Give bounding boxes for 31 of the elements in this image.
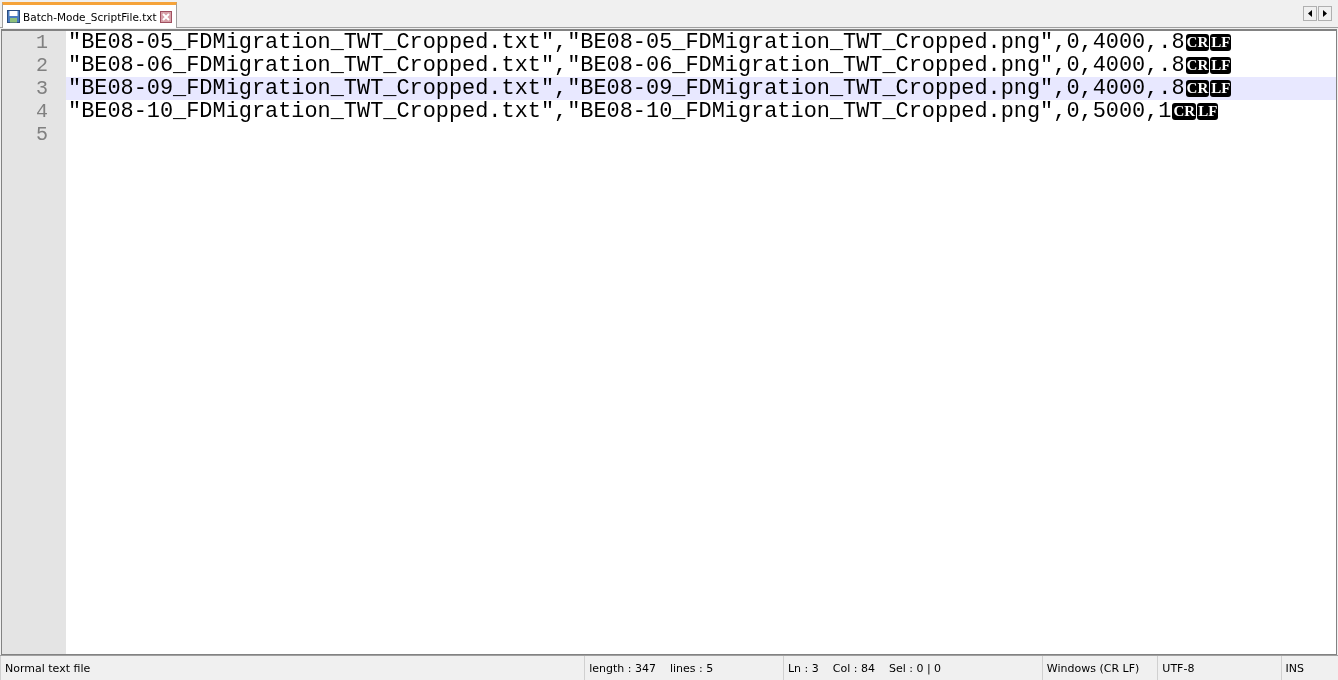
line-ending-marker: CR [1185, 57, 1210, 74]
code-line: "BE08-05_FDMigration_TWT_Cropped.txt","BE08-05_FDMigration_TWT_Cropped.png",0,4000,.8 [67, 30, 1185, 55]
scroll-right-button[interactable] [1318, 6, 1332, 21]
status-field: UTF-8 [1157, 656, 1281, 680]
code-line: "BE08-10_FDMigration_TWT_Cropped.txt","BE08-10_FDMigration_TWT_Cropped.png",0,5000,1 [67, 99, 1172, 124]
line-number: 3 [35, 77, 48, 100]
line-ending-marker: LF [1197, 103, 1219, 120]
code-line: "BE08-09_FDMigration_TWT_Cropped.txt","BE08-09_FDMigration_TWT_Cropped.png",0,4000,.8 [67, 76, 1185, 101]
line-ending-marker: CR [1172, 103, 1197, 120]
tab-label: Batch-Mode_ScriptFile.txt [23, 10, 157, 23]
line-ending-marker: LF [1210, 57, 1232, 74]
status-field: Normal text file [0, 656, 585, 680]
scroll-left-button[interactable] [1303, 6, 1317, 21]
line-number: 4 [35, 100, 48, 123]
line-ending-marker: CR [1185, 80, 1210, 97]
close-icon[interactable] [159, 10, 172, 23]
status-field: Windows (CR LF) [1041, 656, 1158, 680]
save-icon [7, 10, 20, 23]
left-arrow-icon [1308, 10, 1312, 17]
status-field: Ln : 3 Col : 84 Sel : 0 | 0 [783, 656, 1042, 680]
line-ending-marker: LF [1210, 80, 1232, 97]
right-arrow-icon [1323, 10, 1327, 17]
line-number: 1 [35, 31, 48, 54]
status-field: length : 347 lines : 5 [584, 656, 783, 680]
line-ending-marker: CR [1185, 34, 1210, 51]
line-ending-marker: LF [1210, 34, 1232, 51]
line-number: 5 [35, 123, 48, 146]
line-number: 2 [35, 54, 48, 77]
file-tab[interactable]: Batch-Mode_ScriptFile.txt [2, 2, 177, 28]
status-field: INS [1280, 656, 1338, 680]
code-line: "BE08-06_FDMigration_TWT_Cropped.txt","BE08-06_FDMigration_TWT_Cropped.png",0,4000,.8 [67, 53, 1185, 78]
